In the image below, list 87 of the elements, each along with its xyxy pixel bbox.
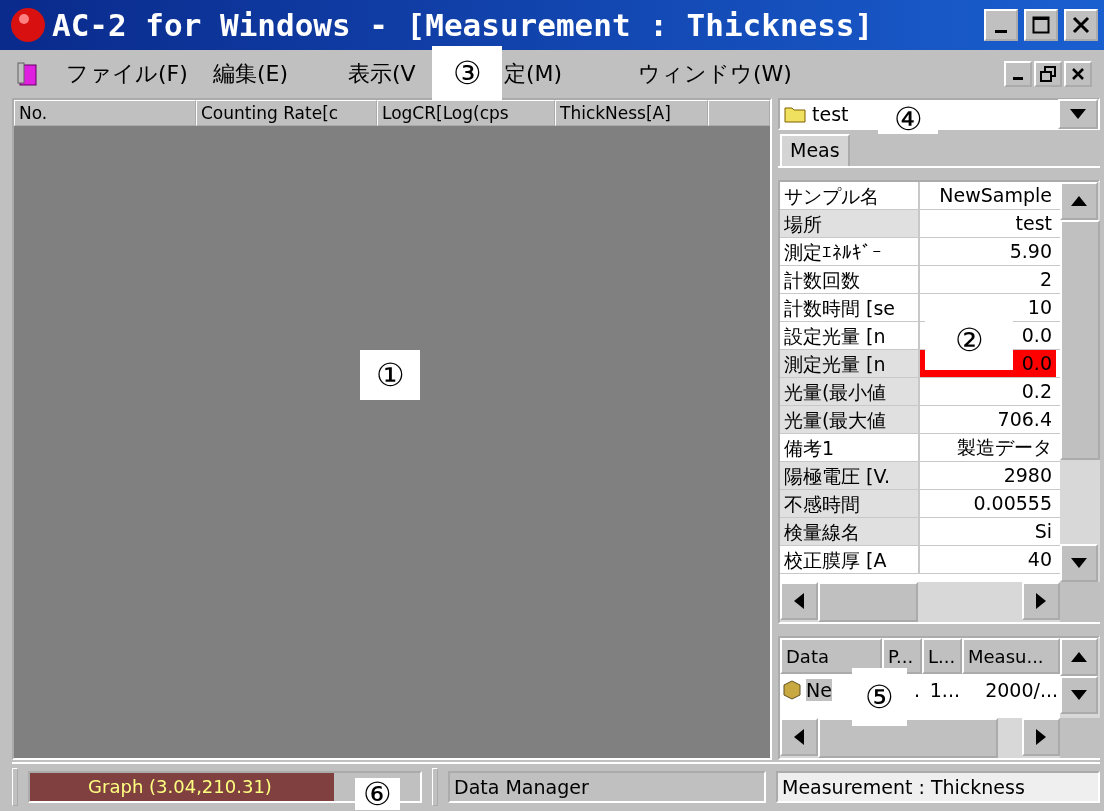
property-value[interactable]: 40 bbox=[1027, 546, 1052, 573]
list-cell: 1... bbox=[929, 679, 960, 701]
close-icon bbox=[1071, 67, 1085, 81]
property-value[interactable]: 0.0 bbox=[1021, 322, 1052, 349]
property-value[interactable]: NewSample bbox=[939, 182, 1052, 209]
minimize-button[interactable] bbox=[984, 9, 1018, 41]
down-arrow-icon bbox=[1069, 556, 1089, 570]
property-name: 陽極電圧 [V. bbox=[780, 462, 920, 489]
menu-item[interactable]: 表示(V bbox=[348, 59, 416, 89]
property-value[interactable]: 0.0 bbox=[1021, 350, 1052, 377]
scroll-up-button[interactable] bbox=[1060, 638, 1098, 676]
horizontal-scrollbar[interactable] bbox=[780, 582, 1060, 622]
list-cell: . bbox=[913, 679, 920, 701]
callout-number: ③ bbox=[432, 46, 502, 100]
scroll-right-button[interactable] bbox=[1022, 718, 1060, 756]
scroll-left-button[interactable] bbox=[780, 718, 818, 756]
scroll-down-button[interactable] bbox=[1060, 544, 1098, 582]
restore-icon bbox=[1040, 66, 1056, 82]
status-panel: Measurement : Thickness bbox=[776, 771, 1100, 803]
minimize-icon bbox=[1013, 77, 1023, 80]
scroll-right-button[interactable] bbox=[1022, 582, 1060, 620]
column-header[interactable]: Data bbox=[780, 638, 882, 674]
box-icon bbox=[782, 680, 802, 700]
close-icon bbox=[1072, 16, 1090, 34]
scroll-down-button[interactable] bbox=[1060, 676, 1098, 714]
property-name: 光量(最大値 bbox=[780, 406, 920, 433]
up-arrow-icon bbox=[1069, 194, 1089, 208]
property-name: 光量(最小値 bbox=[780, 378, 920, 405]
up-arrow-icon bbox=[1069, 650, 1089, 664]
menu-item[interactable]: 定(M) bbox=[504, 59, 563, 89]
property-value[interactable]: 706.4 bbox=[997, 406, 1052, 433]
column-header[interactable]: LogCR[Log(cps bbox=[377, 100, 555, 126]
maximize-icon bbox=[1032, 16, 1050, 34]
restore-button[interactable] bbox=[1034, 61, 1062, 87]
minimize-icon bbox=[995, 30, 1007, 33]
callout-number: ⑤ bbox=[852, 668, 907, 726]
vertical-scrollbar[interactable] bbox=[1060, 182, 1100, 582]
property-name: 場所 bbox=[780, 210, 920, 237]
left-arrow-icon bbox=[792, 591, 806, 611]
property-value[interactable]: 2980 bbox=[1003, 462, 1052, 489]
status-panel: Data Manager bbox=[448, 771, 766, 803]
menu-item[interactable]: ウィンドウ(W) bbox=[638, 59, 792, 89]
column-header[interactable]: Measu... bbox=[962, 638, 1060, 674]
down-arrow-icon bbox=[1069, 688, 1089, 702]
column-header[interactable]: No. bbox=[14, 100, 196, 126]
property-value[interactable]: Si bbox=[1034, 518, 1052, 545]
maximize-button[interactable] bbox=[1024, 9, 1058, 41]
property-name: 測定光量 [n bbox=[780, 350, 920, 377]
scroll-up-button[interactable] bbox=[1060, 182, 1098, 220]
close-button[interactable] bbox=[1064, 9, 1098, 41]
property-name: 計数時間 [se bbox=[780, 294, 920, 321]
property-value[interactable]: 10 bbox=[1027, 294, 1052, 321]
minimize-button[interactable] bbox=[1004, 61, 1032, 87]
property-name: 校正膜厚 [A bbox=[780, 546, 920, 573]
callout-number: ① bbox=[360, 350, 420, 400]
property-name: 不感時間 bbox=[780, 490, 920, 517]
list-cell: 2000/... bbox=[985, 679, 1058, 701]
column-header[interactable]: ThickNess[A] bbox=[555, 100, 708, 126]
property-value[interactable]: 0.2 bbox=[1021, 378, 1052, 405]
left-arrow-icon bbox=[792, 727, 806, 747]
property-value[interactable]: 5.90 bbox=[1009, 238, 1052, 265]
down-arrow-icon bbox=[1068, 107, 1088, 121]
property-name: 測定ｴﾈﾙｷﾞｰ bbox=[780, 238, 920, 265]
menu-item[interactable]: 編集(E) bbox=[213, 59, 289, 89]
right-arrow-icon bbox=[1034, 727, 1048, 747]
callout-number: ④ bbox=[878, 104, 938, 134]
column-header[interactable]: L... bbox=[922, 638, 962, 674]
property-value[interactable]: 2 bbox=[1039, 266, 1052, 293]
callout-number: ⑥ bbox=[355, 778, 400, 810]
column-header[interactable]: Counting Rate[c bbox=[196, 100, 377, 126]
window-title: AC-2 for Windows - [Measurement : Thickness] bbox=[52, 7, 875, 43]
horizontal-scrollbar[interactable] bbox=[780, 718, 1060, 758]
property-value[interactable]: 0.00555 bbox=[973, 490, 1052, 517]
property-name: 計数回数 bbox=[780, 266, 920, 293]
right-arrow-icon bbox=[1034, 591, 1048, 611]
scroll-left-button[interactable] bbox=[780, 582, 818, 620]
property-name: 検量線名 bbox=[780, 518, 920, 545]
property-value[interactable]: test bbox=[1015, 210, 1052, 237]
close-button[interactable] bbox=[1064, 61, 1092, 87]
status-text: Graph (3.04,210.31) bbox=[87, 775, 273, 799]
tab[interactable]: Meas bbox=[780, 134, 850, 166]
document-icon bbox=[16, 61, 40, 87]
app-logo-icon bbox=[10, 7, 46, 43]
property-value[interactable]: 製造データ bbox=[957, 434, 1052, 461]
list-item[interactable]: Ne bbox=[806, 679, 832, 701]
menu-item[interactable]: ファイル(F) bbox=[66, 59, 188, 89]
folder-icon bbox=[784, 105, 806, 123]
